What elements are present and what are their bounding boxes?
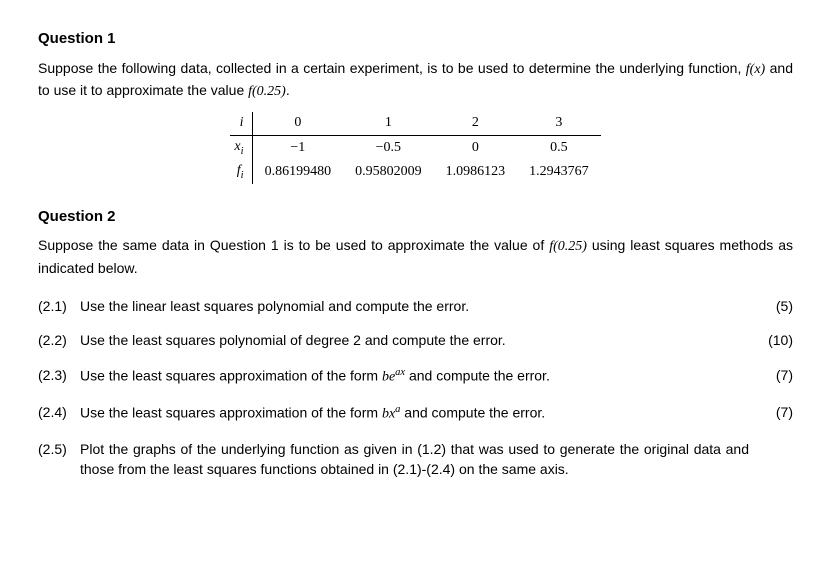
q1-period: .	[286, 82, 290, 98]
i3-pre: Use the least squares approximation of t…	[80, 367, 382, 383]
cell-f3: 1.2943767	[517, 160, 601, 184]
data-table: i 0 1 2 3 xi −1 −0.5 0 0.5 fi 0.86199480…	[230, 112, 600, 183]
i4-pre: Use the least squares approximation of t…	[80, 404, 382, 420]
q2-items: (2.1) Use the linear least squares polyn…	[38, 296, 793, 479]
list-item: (2.2) Use the least squares polynomial o…	[38, 330, 793, 350]
item-text: Use the least squares polynomial of degr…	[80, 330, 749, 350]
q1-fx: f(x)	[746, 62, 765, 77]
question-1: Question 1 Suppose the following data, c…	[38, 28, 793, 184]
q2-title: Question 2	[38, 206, 793, 228]
q2-f025: f(0.25)	[549, 239, 587, 254]
i4-form-b: bx	[382, 406, 395, 421]
q1-text-a: Suppose the following data, collected in…	[38, 60, 746, 76]
q1-f025: f(0.25)	[248, 84, 286, 99]
question-2: Question 2 Suppose the same data in Ques…	[38, 206, 793, 479]
cell-f2: 1.0986123	[434, 160, 518, 184]
item-num: (2.1)	[38, 296, 80, 316]
item-text: Use the least squares approximation of t…	[80, 365, 749, 388]
cell-f1: 0.95802009	[343, 160, 434, 184]
item-num: (2.3)	[38, 365, 80, 385]
item-num: (2.2)	[38, 330, 80, 350]
cell-f0: 0.86199480	[252, 160, 343, 184]
row-x-sub: i	[241, 145, 244, 156]
i3-form-b: be	[382, 369, 395, 384]
cell-i0: 0	[252, 112, 343, 135]
cell-x0: −1	[252, 135, 343, 160]
cell-x3: 0.5	[517, 135, 601, 160]
table-row: i 0 1 2 3	[230, 112, 600, 135]
item-text: Use the least squares approximation of t…	[80, 402, 749, 425]
cell-x1: −0.5	[343, 135, 434, 160]
item-points: (7)	[749, 365, 793, 385]
cell-i2: 2	[434, 112, 518, 135]
item-points: (5)	[749, 296, 793, 316]
row-i-label: i	[240, 115, 244, 130]
i3-form-exp: ax	[395, 367, 405, 378]
item-text: Use the linear least squares polynomial …	[80, 296, 749, 316]
q2-text-a: Suppose the same data in Question 1 is t…	[38, 237, 549, 253]
q2-para: Suppose the same data in Question 1 is t…	[38, 235, 793, 278]
list-item: (2.1) Use the linear least squares polyn…	[38, 296, 793, 316]
list-item: (2.4) Use the least squares approximatio…	[38, 402, 793, 425]
item-num: (2.5)	[38, 439, 80, 459]
row-f-sub: i	[241, 169, 244, 180]
item-num: (2.4)	[38, 402, 80, 422]
table-row: xi −1 −0.5 0 0.5	[230, 135, 600, 160]
q1-title: Question 1	[38, 28, 793, 50]
table-row: fi 0.86199480 0.95802009 1.0986123 1.294…	[230, 160, 600, 184]
cell-i3: 3	[517, 112, 601, 135]
q1-para: Suppose the following data, collected in…	[38, 58, 793, 103]
item-points: (7)	[749, 402, 793, 422]
list-item: (2.3) Use the least squares approximatio…	[38, 365, 793, 388]
item-points: (10)	[749, 330, 793, 350]
i3-post: and compute the error.	[405, 367, 550, 383]
item-text: Plot the graphs of the underlying functi…	[80, 439, 749, 480]
cell-i1: 1	[343, 112, 434, 135]
list-item: (2.5) Plot the graphs of the underlying …	[38, 439, 793, 480]
i4-post: and compute the error.	[400, 404, 545, 420]
cell-x2: 0	[434, 135, 518, 160]
